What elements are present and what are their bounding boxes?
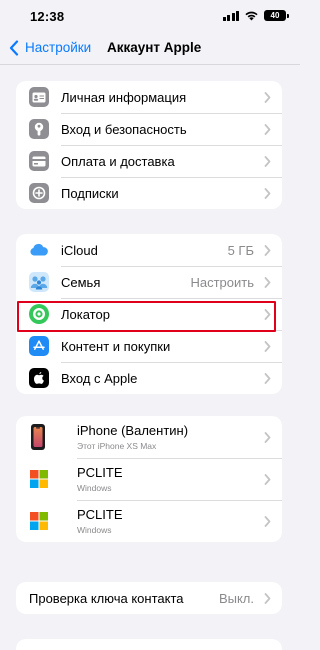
chevron-right-icon	[264, 277, 271, 288]
battery-icon: 40	[264, 10, 289, 21]
devices-group: iPhone (Валентин) Этот iPhone XS Max PCL…	[16, 416, 282, 542]
nav-divider	[0, 64, 300, 65]
row-label: Вход и безопасность	[61, 121, 187, 137]
lock-icon	[29, 119, 49, 139]
device-detail: Windows	[77, 525, 112, 535]
row-label: Личная информация	[61, 89, 187, 105]
row-personal-info[interactable]: Личная информация	[16, 81, 282, 113]
subscriptions-icon	[29, 183, 49, 203]
row-label: Оплата и доставка	[61, 153, 175, 169]
chevron-right-icon	[264, 309, 271, 320]
windows-icon	[30, 470, 48, 488]
back-chevron-icon[interactable]	[9, 40, 19, 56]
row-icloud[interactable]: iCloud 5 ГБ	[16, 234, 282, 266]
chevron-right-icon	[264, 516, 271, 527]
contact-key-group: Проверка ключа контакта Выкл.	[16, 582, 282, 614]
apple-logo-icon	[29, 368, 49, 388]
row-find-my[interactable]: Локатор	[16, 298, 282, 330]
icloud-icon	[29, 240, 49, 260]
device-detail: Windows	[77, 483, 112, 493]
family-icon	[29, 272, 49, 292]
row-sign-in-with-apple[interactable]: Вход с Apple	[16, 362, 282, 394]
signal-icon	[222, 10, 239, 21]
chevron-right-icon	[264, 124, 271, 135]
row-label: Подписки	[61, 185, 119, 201]
status-time: 12:38	[30, 9, 65, 24]
services-group: iCloud 5 ГБ Семья Настроить Локатор Конт…	[16, 234, 282, 394]
row-sign-in-security[interactable]: Вход и безопасность	[16, 113, 282, 145]
account-settings-group: Личная информация Вход и безопасность Оп…	[16, 81, 282, 209]
device-row[interactable]: iPhone (Валентин) Этот iPhone XS Max	[16, 416, 282, 458]
chevron-right-icon	[264, 245, 271, 256]
chevron-right-icon	[264, 341, 271, 352]
chevron-right-icon	[264, 92, 271, 103]
row-label: Вход с Apple	[61, 370, 138, 386]
row-label: Проверка ключа контакта	[29, 590, 184, 606]
device-row[interactable]: PCLITE Windows	[16, 500, 282, 542]
page-title: Аккаунт Apple	[107, 40, 202, 55]
row-subscriptions[interactable]: Подписки	[16, 177, 282, 209]
row-label: iCloud	[61, 242, 98, 258]
row-value: Настроить	[190, 274, 254, 290]
row-media-purchases[interactable]: Контент и покупки	[16, 330, 282, 362]
row-payment-shipping[interactable]: Оплата и доставка	[16, 145, 282, 177]
row-label: Локатор	[61, 306, 110, 322]
device-name: iPhone (Валентин)	[77, 423, 189, 438]
windows-icon	[30, 512, 48, 530]
chevron-right-icon	[264, 593, 271, 604]
status-bar: 12:38 40	[0, 0, 300, 34]
row-value: 5 ГБ	[227, 242, 254, 258]
row-label: Семья	[61, 274, 101, 290]
status-icons: 40	[222, 10, 289, 21]
row-label: Контент и покупки	[61, 338, 171, 354]
row-contact-key-verification[interactable]: Проверка ключа контакта Выкл.	[16, 582, 282, 614]
app-store-icon	[29, 336, 49, 356]
next-group-partial	[16, 639, 282, 650]
navigation-bar: Настройки Аккаунт Apple	[0, 34, 300, 62]
chevron-right-icon	[264, 188, 271, 199]
back-button[interactable]: Настройки	[25, 40, 91, 55]
chevron-right-icon	[264, 373, 271, 384]
chevron-right-icon	[264, 432, 271, 443]
chevron-right-icon	[264, 474, 271, 485]
device-row[interactable]: PCLITE Windows	[16, 458, 282, 500]
credit-card-icon	[29, 151, 49, 171]
chevron-right-icon	[264, 156, 271, 167]
iphone-icon	[31, 424, 45, 450]
device-name: PCLITE	[77, 507, 123, 522]
device-detail: Этот iPhone XS Max	[77, 441, 157, 451]
find-my-icon	[29, 304, 49, 324]
device-name: PCLITE	[77, 465, 123, 480]
row-family[interactable]: Семья Настроить	[16, 266, 282, 298]
row-value: Выкл.	[218, 590, 254, 606]
wifi-icon	[245, 11, 258, 21]
id-card-icon	[29, 87, 49, 107]
